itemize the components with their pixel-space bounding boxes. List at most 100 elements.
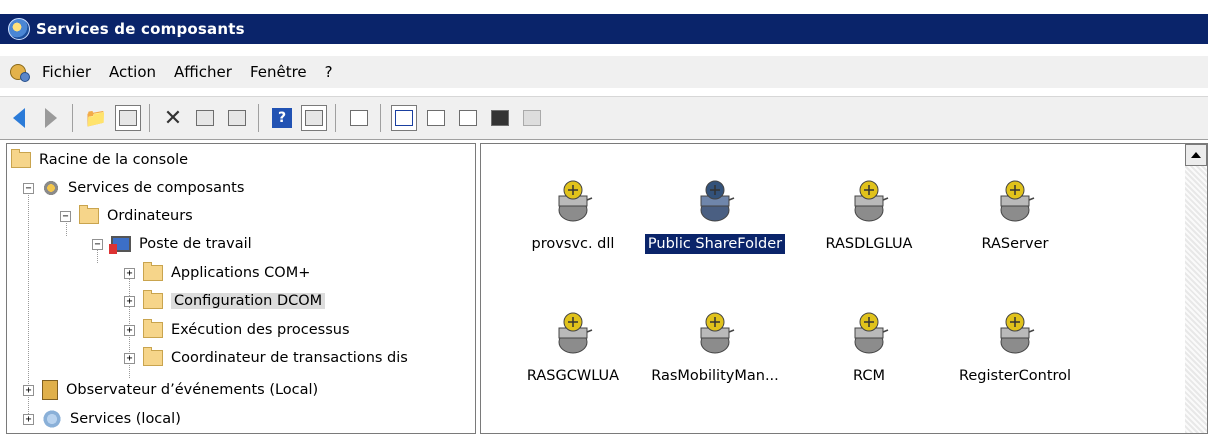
com-component-icon — [849, 174, 889, 224]
tree-item-label: Services (local) — [70, 411, 181, 427]
menu-bar: Fichier Action Afficher Fenêtre ? — [0, 56, 1208, 88]
tree-item-configuration-dcom[interactable]: + Configuration DCOM — [124, 290, 326, 312]
expand-icon[interactable]: + — [124, 267, 135, 279]
new-window-button[interactable] — [346, 105, 372, 131]
tree-item-ordinateurs[interactable]: − Ordinateurs — [60, 205, 193, 227]
tree-item-label: Poste de travail — [139, 236, 252, 252]
small-icons-view-button[interactable] — [423, 105, 449, 131]
component-label-text: Public ShareFolder — [643, 233, 787, 255]
list-view-button[interactable] — [455, 105, 481, 131]
expand-icon[interactable]: + — [124, 295, 135, 307]
tree-item-coordinateur-transactions[interactable]: + Coordinateur de transactions dis — [124, 347, 408, 369]
folder-icon — [79, 205, 99, 224]
folder-up-icon: 📁 — [84, 107, 108, 129]
tree-item-label: Exécution des processus — [171, 322, 350, 338]
forward-button[interactable] — [38, 105, 64, 131]
folder-icon — [143, 319, 163, 338]
up-level-button[interactable]: 📁 — [83, 105, 109, 131]
component-label-text: RCM — [853, 368, 885, 384]
tree-item-observateur[interactable]: + Observateur d’événements (Local) — [23, 379, 318, 401]
tree-item-poste-de-travail[interactable]: − Poste de travail — [92, 233, 252, 255]
help-button[interactable]: ? — [269, 105, 295, 131]
com-component-icon — [995, 174, 1035, 224]
tree-item-services-composants[interactable]: − Services de composants — [23, 177, 244, 199]
action-pane-icon — [305, 110, 323, 126]
vertical-scrollbar[interactable] — [1185, 144, 1207, 433]
component-services-icon — [42, 179, 60, 197]
com-component-icon — [695, 306, 735, 356]
show-action-pane-button[interactable] — [301, 105, 327, 131]
large-icons-view-button[interactable] — [391, 105, 417, 131]
tree-item-label: Observateur d’événements (Local) — [66, 382, 319, 398]
component-item[interactable]: RAServer — [929, 144, 1101, 274]
component-item[interactable]: RegisterControl — [929, 276, 1101, 406]
expand-icon[interactable]: + — [23, 413, 34, 425]
com-component-icon — [995, 306, 1035, 356]
tree-item-racine[interactable]: Racine de la console — [11, 149, 188, 171]
component-label: Public ShareFolder — [629, 233, 801, 255]
status-view-button[interactable] — [519, 105, 545, 131]
collapse-icon[interactable]: − — [23, 182, 34, 194]
refresh-icon — [228, 110, 246, 126]
menu-fichier[interactable]: Fichier — [42, 63, 91, 81]
show-hide-tree-button[interactable] — [115, 105, 141, 131]
result-pane: provsvc. dll Public ShareFolder RASDLGLUA R… — [480, 143, 1208, 434]
collapse-icon[interactable]: − — [60, 210, 71, 222]
toolbar-separator — [258, 104, 259, 132]
toolbar-separator — [335, 104, 336, 132]
details-icon — [491, 110, 509, 126]
component-services-icon — [8, 18, 30, 40]
collapse-icon[interactable]: − — [92, 238, 103, 250]
component-label-text: RegisterControl — [958, 368, 1072, 384]
com-component-icon — [849, 306, 889, 356]
com-component-icon — [695, 174, 735, 224]
console-tree-icon — [119, 110, 137, 126]
menu-action[interactable]: Action — [109, 63, 156, 81]
menu-afficher[interactable]: Afficher — [174, 63, 232, 81]
component-label-text: RASDLGLUA — [825, 236, 913, 252]
list-icon — [459, 110, 477, 126]
toolbar-separator — [149, 104, 150, 132]
new-window-icon — [350, 110, 368, 126]
tree-item-label: Racine de la console — [39, 152, 189, 168]
component-label-text: RAServer — [981, 236, 1049, 252]
back-button[interactable] — [6, 105, 32, 131]
tree-item-label: Ordinateurs — [107, 208, 193, 224]
toolbar-separator — [380, 104, 381, 132]
tree-item-label: Applications COM+ — [171, 265, 311, 281]
component-item[interactable]: Public ShareFolder — [629, 144, 801, 274]
component-label-text: RasMobilityMan... — [651, 368, 779, 384]
component-label: RasMobilityMan... — [629, 368, 801, 384]
toolbar-separator — [72, 104, 73, 132]
menu-fenetre[interactable]: Fenêtre — [250, 63, 307, 81]
component-label-text: provsvc. dll — [531, 236, 615, 252]
tree-item-applications-com[interactable]: + Applications COM+ — [124, 262, 310, 284]
delete-x-icon: ✕ — [163, 105, 183, 131]
details-view-button[interactable] — [487, 105, 513, 131]
status-view-icon — [523, 110, 541, 126]
back-arrow-icon — [13, 108, 25, 128]
com-component-icon — [553, 174, 593, 224]
tree-item-execution-processus[interactable]: + Exécution des processus — [124, 319, 350, 341]
folder-icon — [143, 262, 163, 281]
refresh-button[interactable] — [224, 105, 250, 131]
properties-button[interactable] — [192, 105, 218, 131]
component-item[interactable]: RasMobilityMan... — [629, 276, 801, 406]
window-title: Services de composants — [36, 20, 245, 38]
tree-item-label: Services de composants — [68, 180, 245, 196]
tree-item-label: Coordinateur de transactions dis — [171, 350, 408, 366]
forward-arrow-icon — [45, 108, 57, 128]
system-menu-icon[interactable] — [8, 62, 30, 82]
expand-icon[interactable]: + — [23, 384, 34, 396]
menu-help[interactable]: ? — [325, 63, 333, 81]
expand-icon[interactable]: + — [124, 324, 135, 336]
toolbar: 📁 ✕ ? — [0, 96, 1208, 140]
large-icons-icon — [395, 110, 413, 126]
delete-button[interactable]: ✕ — [160, 105, 186, 131]
tree-item-label: Configuration DCOM — [171, 293, 326, 309]
expand-icon[interactable]: + — [124, 352, 135, 364]
tree-item-services-local[interactable]: + Services (local) — [23, 408, 181, 430]
small-icons-icon — [427, 110, 445, 126]
component-label-text: RASGCWLUA — [526, 368, 620, 384]
scroll-up-button[interactable] — [1185, 144, 1207, 166]
